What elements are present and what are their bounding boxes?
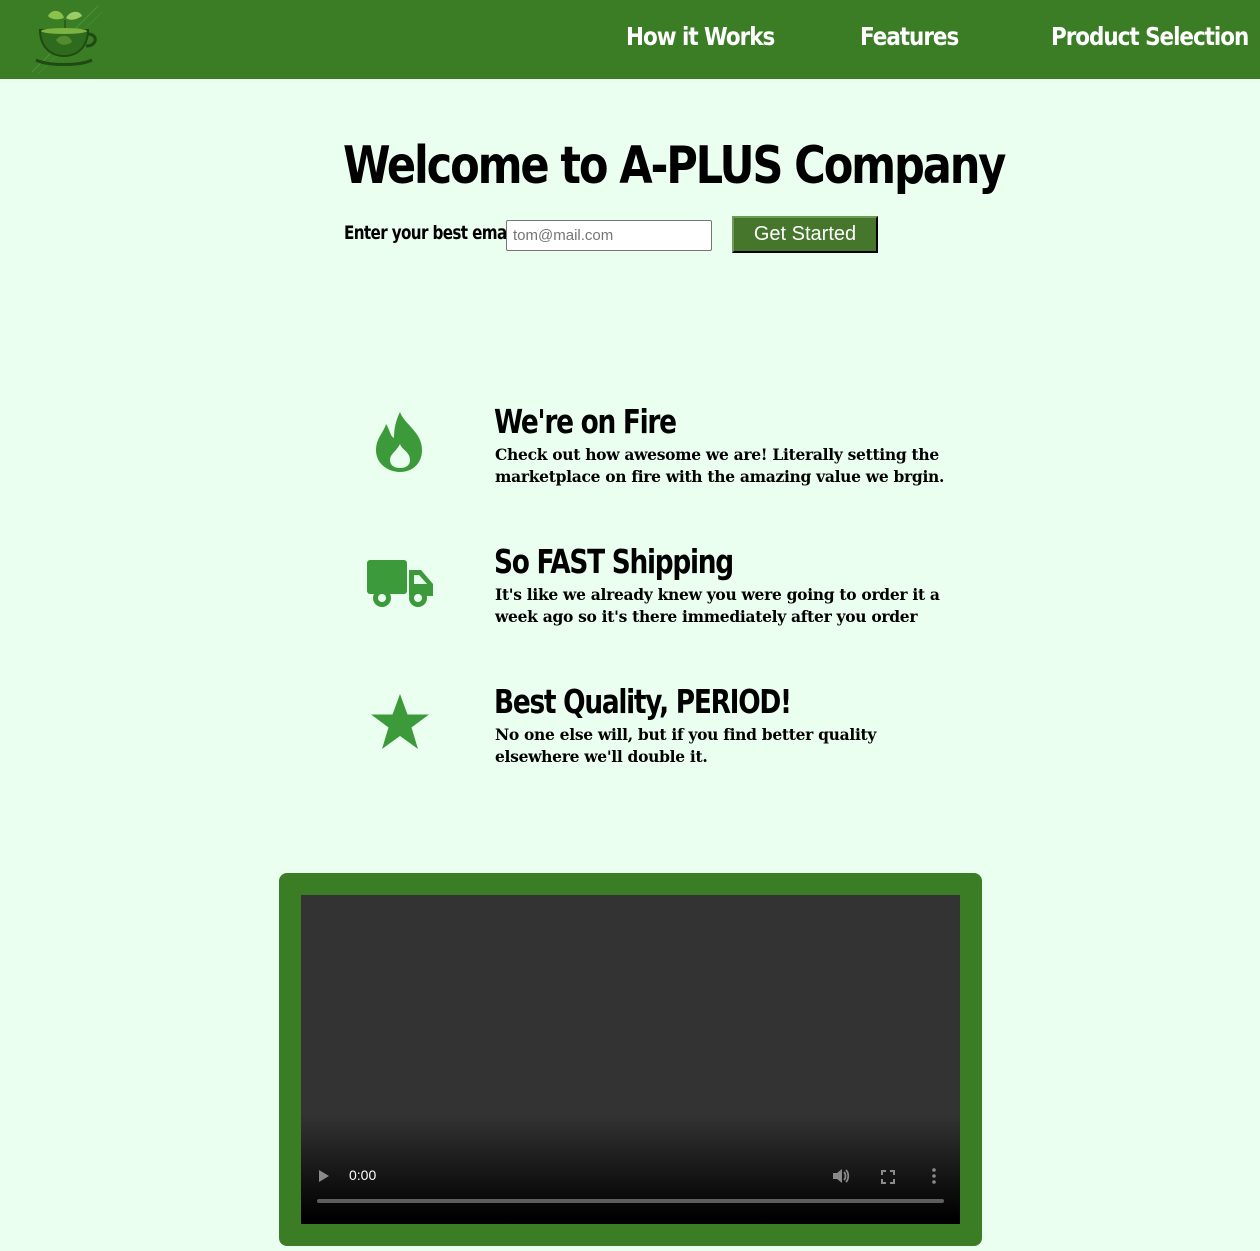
play-icon[interactable] — [317, 1168, 331, 1188]
tea-cup-leaf-icon[interactable] — [28, 4, 103, 75]
feature-desc-quality: No one else will, but if you find better… — [495, 725, 877, 766]
email-label: Enter your best email: — [344, 222, 522, 244]
video-controls-gradient — [301, 1114, 960, 1224]
page-title: Welcome to A-PLUS Company — [343, 136, 1006, 196]
feature-title-fire: We're on Fire — [494, 402, 677, 441]
feature-title-quality: Best Quality, PERIOD! — [494, 682, 792, 721]
video-progress-bar[interactable] — [317, 1199, 944, 1203]
get-started-button[interactable]: Get Started — [732, 216, 878, 253]
fullscreen-icon[interactable] — [881, 1169, 895, 1188]
video-time: 0:00 — [349, 1167, 377, 1183]
video-player[interactable]: 0:00 — [301, 895, 960, 1224]
feature-desc-fire: Check out how awesome we are! Literally … — [495, 445, 945, 486]
star-icon — [369, 692, 431, 756]
nav-how-it-works[interactable]: How it Works — [626, 22, 775, 51]
nav-features[interactable]: Features — [860, 22, 959, 51]
volume-icon[interactable] — [831, 1167, 851, 1189]
fire-icon — [374, 410, 426, 478]
more-options-icon[interactable] — [931, 1167, 937, 1189]
truck-icon — [367, 558, 433, 612]
video-frame: 0:00 — [279, 873, 982, 1246]
nav-product-selection[interactable]: Product Selection — [1051, 22, 1249, 51]
site-header: How it Works Features Product Selection — [0, 0, 1260, 79]
feature-title-shipping: So FAST Shipping — [494, 542, 734, 581]
email-field[interactable] — [506, 220, 712, 251]
feature-desc-shipping: It's like we already knew you were going… — [495, 585, 940, 626]
